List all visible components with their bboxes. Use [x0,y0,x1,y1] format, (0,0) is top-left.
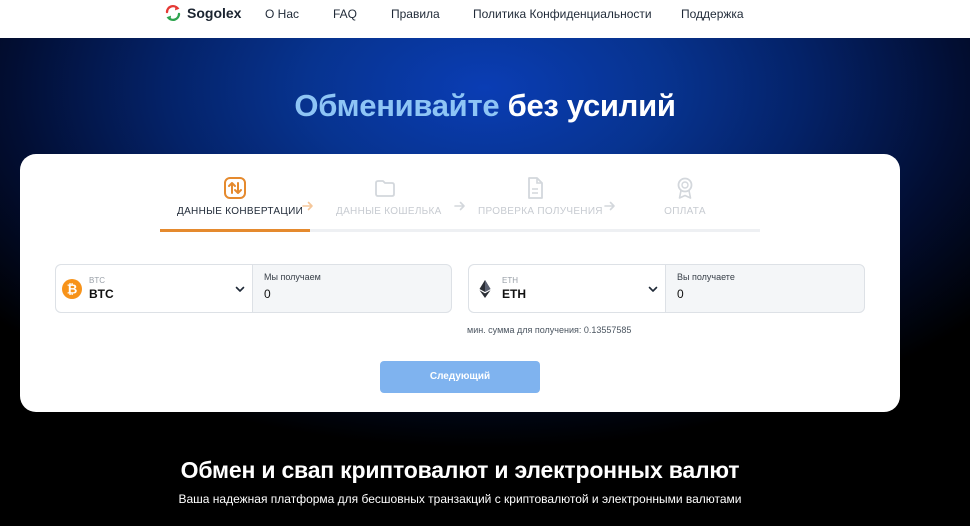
step-conversion-data[interactable]: ДАННЫЕ КОНВЕРТАЦИИ [177,176,304,217]
receive-coin-code: ETH [502,276,518,285]
send-currency-group: ₿ BTC BTC Мы получаем 0 [55,264,452,313]
wallet-icon [375,180,395,197]
nav-link-about[interactable]: О Нас [265,7,299,21]
step-label: ДАННЫЕ КОНВЕРТАЦИИ [177,206,304,217]
step-receipt-check[interactable]: ПРОВЕРКА ПОЛУЧЕНИЯ [478,176,603,217]
step-payment[interactable]: ОПЛАТА [655,176,715,217]
next-button[interactable]: Следующий [380,361,540,393]
hero-title-accent: Обменивайте [294,88,500,123]
brand-logo[interactable]: Sogolex [164,4,241,22]
swap-icon [224,177,246,199]
send-coin-name: BTC [89,287,114,301]
brand-name: Sogolex [187,5,242,21]
send-amount-label: Мы получаем [264,272,321,282]
badge-icon [677,177,693,199]
step-arrow-icon [302,201,313,211]
top-navigation: Sogolex О Нас FAQ Правила Политика Конфи… [0,0,970,38]
chevron-down-icon [235,286,245,292]
receive-currency-select[interactable]: ETH ETH [469,265,666,312]
receive-amount-input[interactable]: 0 [677,287,684,301]
chevron-down-icon [648,286,658,292]
refresh-arrows-icon [165,4,181,22]
receive-coin-name: ETH [502,287,526,301]
step-label: ОПЛАТА [664,206,706,217]
ethereum-icon [479,280,491,298]
nav-link-rules[interactable]: Правила [391,7,440,21]
section-description: Ваша надежная платформа для бесшовных тр… [178,492,742,506]
hero-title-rest: без усилий [499,88,676,123]
step-arrow-icon [454,201,465,211]
send-coin-code: BTC [89,276,105,285]
step-arrow-icon [604,201,615,211]
receive-currency-group: ETH ETH Вы получаете 0 [468,264,865,313]
nav-link-privacy[interactable]: Политика Конфиденциальности [473,7,652,21]
exchange-card: ДАННЫЕ КОНВЕРТАЦИИ ДАННЫЕ КОШЕЛЬКА ПРОВЕ… [20,154,900,412]
bitcoin-icon: ₿ [62,279,82,299]
min-sum-note: мин. сумма для получения: 0.13557585 [467,325,632,335]
svg-text:₿: ₿ [67,282,78,297]
nav-link-support[interactable]: Поддержка [681,7,744,21]
nav-link-faq[interactable]: FAQ [333,7,357,21]
receive-amount-label: Вы получаете [677,272,735,282]
section-title: Обмен и свап криптовалют и электронных в… [180,457,740,483]
hero-title: Обменивайте без усилий [0,88,970,124]
step-label: ДАННЫЕ КОШЕЛЬКА [336,206,442,217]
send-amount-input[interactable]: 0 [264,287,271,301]
step-wallet-data[interactable]: ДАННЫЕ КОШЕЛЬКА [336,176,442,217]
document-icon [528,177,543,199]
send-currency-select[interactable]: ₿ BTC BTC [56,265,253,312]
step-progress-active [160,229,310,232]
step-label: ПРОВЕРКА ПОЛУЧЕНИЯ [478,206,603,217]
